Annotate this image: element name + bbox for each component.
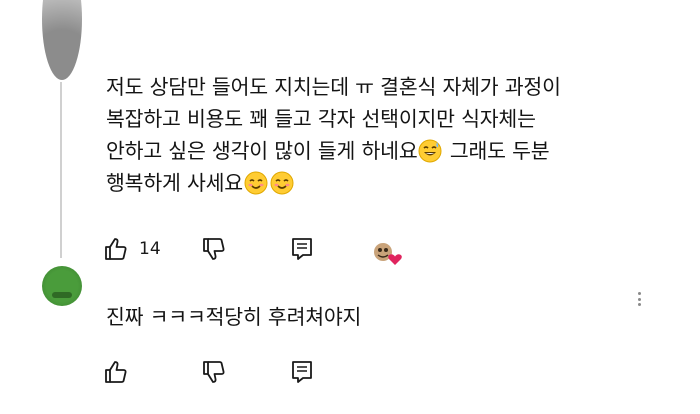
reply-button[interactable] [288,235,316,263]
creator-heart-reaction [372,241,402,267]
avatar-mark [52,292,72,298]
comment-fragment: 그래도 두분 [449,139,550,163]
reply-icon [292,361,312,383]
comment-line: 안하고 싶은 생각이 많이 들게 하네요 그래도 두분 [106,135,646,167]
comment-text: 진짜 ㅋㅋㅋ적당히 후려쳐야지 [106,301,646,333]
avatar[interactable] [42,266,82,306]
smiling-blush-emoji [270,171,294,195]
like-button[interactable] [102,235,130,263]
comment-line: 행복하게 사세요 [106,167,646,199]
smiling-blush-emoji [244,171,268,195]
avatar[interactable] [42,0,82,80]
comment-fragment: 안하고 싶은 생각이 많이 들게 하네요 [106,139,418,163]
like-count: 14 [139,239,161,259]
thumbs-up-icon [105,361,127,383]
like-button[interactable] [102,358,130,386]
sweat-smile-emoji [418,139,442,163]
comment-actions [102,358,422,386]
thumbs-down-icon [203,361,225,383]
reply-icon [292,238,312,260]
reply-button[interactable] [288,358,316,386]
comment-fragment: 행복하게 사세요 [106,171,243,195]
dislike-button[interactable] [200,358,228,386]
comment-line: 진짜 ㅋㅋㅋ적당히 후려쳐야지 [106,305,362,329]
thread-line [60,82,62,258]
thumbs-down-icon [203,238,225,260]
thumbs-up-icon [105,238,127,260]
comment-line: 복잡하고 비용도 꽤 들고 각자 선택이지만 식자체는 [106,107,536,131]
dislike-button[interactable] [200,235,228,263]
comment-line: 저도 상담만 들어도 지치는데 ㅠ 결혼식 자체가 과정이 [106,75,561,99]
comment-text: 저도 상담만 들어도 지치는데 ㅠ 결혼식 자체가 과정이 복잡하고 비용도 꽤… [106,71,646,199]
